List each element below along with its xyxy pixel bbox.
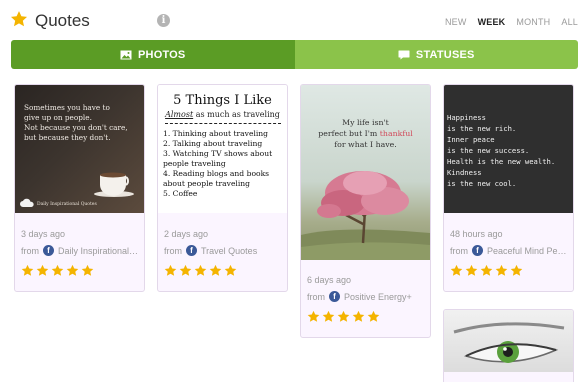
star-icon[interactable] (307, 310, 320, 323)
source-link[interactable]: Peaceful Mind Pea... (487, 246, 568, 256)
eye-illustration (453, 322, 565, 363)
page-title: Quotes (35, 11, 90, 30)
card-timestamp: 3 days ago (21, 229, 66, 239)
card-meta: 2 days ago from f Travel Quotes (164, 229, 282, 277)
from-label: from (21, 245, 39, 256)
star-icon[interactable] (352, 310, 365, 323)
image-heading: 5 Things I Like (173, 93, 272, 108)
source-link[interactable]: Positive Energy+ (344, 292, 412, 302)
tab-statuses-label: STATUSES (415, 48, 475, 61)
period-tab-new[interactable]: NEW (445, 17, 467, 27)
list-item: 4. Reading blogs and books about people … (163, 169, 270, 188)
star-icon[interactable] (66, 264, 79, 277)
star-icon[interactable] (51, 264, 64, 277)
card-source: from f Peaceful Mind Pea... (450, 245, 568, 256)
facebook-icon: f (43, 245, 54, 256)
from-label: from (164, 245, 182, 256)
image-quote-text: Sometimes you have to give up on people.… (24, 103, 128, 142)
from-label: from (450, 245, 468, 256)
info-icon[interactable]: i (157, 14, 170, 27)
period-filter: NEW WEEK MONTH ALL (445, 17, 578, 27)
facebook-icon: f (329, 291, 340, 302)
quote-card[interactable]: 5 Things I Like Almost as much as travel… (157, 84, 288, 292)
card-source: from f Travel Quotes (164, 245, 282, 256)
quote-card[interactable]: My life isn't perfect but I'm thankful f… (300, 84, 431, 338)
image-quote-text: Happiness is the new rich. Inner peace i… (447, 113, 556, 188)
rating-stars[interactable] (307, 310, 425, 323)
star-icon[interactable] (224, 264, 237, 277)
quote-image[interactable]: Sometimes you have to give up on people.… (15, 85, 144, 213)
facebook-icon: f (186, 245, 197, 256)
list-item: 3. Watching TV shows about people travel… (163, 149, 273, 168)
source-link[interactable]: Daily Inspirational ... (58, 246, 139, 256)
tab-photos-label: PHOTOS (138, 48, 186, 61)
speech-bubble-icon (398, 50, 410, 59)
card-source: from f Positive Energy+ (307, 291, 425, 302)
tab-statuses[interactable]: STATUSES (294, 40, 578, 69)
quote-image[interactable]: My life isn't perfect but I'm thankful f… (301, 85, 430, 260)
coffee-cup-illustration (94, 172, 134, 197)
card-timestamp: 2 days ago (164, 229, 209, 239)
star-icon[interactable] (179, 264, 192, 277)
star-icon[interactable] (21, 264, 34, 277)
list-item: 1. Thinking about traveling (163, 129, 269, 138)
star-icon[interactable] (450, 264, 463, 277)
page-header: Quotes i NEW WEEK MONTH ALL (0, 0, 584, 40)
quote-image[interactable]: Happiness is the new rich. Inner peace i… (444, 85, 573, 213)
quote-card[interactable]: Sometimes you have to give up on people.… (14, 84, 145, 292)
image-subheading: Almost as much as traveling (165, 110, 280, 119)
rating-stars[interactable] (21, 264, 139, 277)
card-source: from f Daily Inspirational ... (21, 245, 139, 256)
from-label: from (307, 291, 325, 302)
star-icon[interactable] (495, 264, 508, 277)
star-icon[interactable] (164, 264, 177, 277)
star-icon (10, 11, 28, 27)
cloud-logo-icon (20, 198, 34, 207)
tab-photos[interactable]: PHOTOS (11, 40, 295, 69)
quote-card[interactable]: Happiness is the new rich. Inner peace i… (443, 84, 574, 292)
facebook-icon: f (472, 245, 483, 256)
card-timestamp: 6 days ago (307, 275, 352, 285)
star-icon[interactable] (510, 264, 523, 277)
star-icon[interactable] (81, 264, 94, 277)
period-tab-all[interactable]: ALL (561, 17, 578, 27)
card-timestamp: 48 hours ago (450, 229, 503, 239)
quote-card[interactable] (443, 309, 574, 382)
blossom-tree-illustration (301, 171, 430, 260)
star-icon[interactable] (209, 264, 222, 277)
star-icon[interactable] (337, 310, 350, 323)
star-icon[interactable] (480, 264, 493, 277)
card-meta: 6 days ago from f Positive Energy+ (307, 275, 425, 323)
quote-image[interactable] (444, 310, 573, 372)
content-type-tabs: PHOTOS STATUSES (11, 40, 578, 69)
card-meta: 48 hours ago from f Peaceful Mind Pea... (450, 229, 568, 277)
image-list: 1. Thinking about traveling 2. Talking a… (163, 129, 285, 199)
quote-image[interactable]: 5 Things I Like Almost as much as travel… (158, 85, 287, 213)
star-icon[interactable] (322, 310, 335, 323)
star-icon[interactable] (367, 310, 380, 323)
card-meta: 3 days ago from f Daily Inspirational ..… (21, 229, 139, 277)
source-link[interactable]: Travel Quotes (201, 246, 257, 256)
star-icon[interactable] (36, 264, 49, 277)
list-item: 5. Coffee (163, 189, 198, 198)
image-quote-text: My life isn't perfect but I'm thankful f… (318, 118, 413, 149)
image-brand-text: Daily Inspirational Quotes (37, 202, 97, 207)
list-item: 2. Talking about traveling (163, 139, 263, 148)
period-tab-week[interactable]: WEEK (478, 17, 506, 27)
divider (165, 123, 281, 124)
period-tab-month[interactable]: MONTH (516, 17, 550, 27)
star-icon[interactable] (194, 264, 207, 277)
rating-stars[interactable] (450, 264, 568, 277)
rating-stars[interactable] (164, 264, 282, 277)
star-icon[interactable] (465, 264, 478, 277)
image-icon (120, 50, 132, 59)
